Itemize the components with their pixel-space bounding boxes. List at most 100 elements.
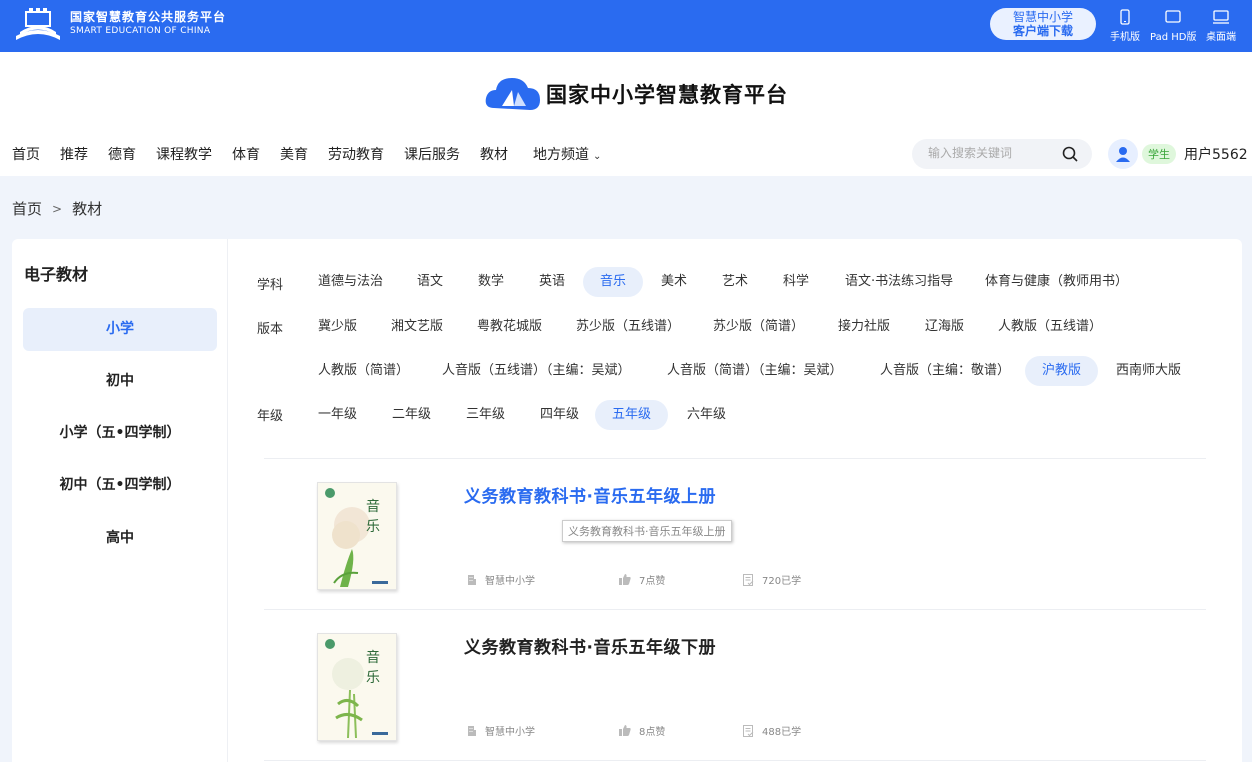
chip-subject-pe-teacher[interactable]: 体育与健康（教师用书） bbox=[968, 267, 1145, 297]
chip-edition-renjiao-numbered[interactable]: 人教版（简谱） bbox=[301, 356, 426, 386]
user-menu[interactable]: 学生 用户5562 bbox=[1108, 139, 1248, 169]
device-mobile-label: 手机版 bbox=[1110, 32, 1140, 43]
device-desktop-link[interactable]: 桌面端 bbox=[1206, 8, 1236, 43]
device-tablet-label: Pad HD版 bbox=[1150, 32, 1197, 43]
nav-labor[interactable]: 劳动教育 bbox=[328, 144, 384, 164]
chip-grade-2[interactable]: 二年级 bbox=[375, 400, 448, 430]
chip-subject-fine-arts[interactable]: 美术 bbox=[644, 267, 704, 297]
chip-edition-renyin-numbered-wubin[interactable]: 人音版（简谱）（主编：吴斌） bbox=[650, 356, 860, 386]
chip-edition-renyin-staff-wubin[interactable]: 人音版（五线谱）（主编：吴斌） bbox=[425, 356, 648, 386]
chip-subject-calligraphy[interactable]: 语文·书法练习指导 bbox=[828, 267, 970, 297]
chip-subject-science[interactable]: 科学 bbox=[766, 267, 826, 297]
search-input[interactable] bbox=[928, 146, 1058, 160]
book-title[interactable]: 义务教育教科书·音乐五年级下册 bbox=[464, 633, 716, 658]
chip-subject-english[interactable]: 英语 bbox=[522, 267, 582, 297]
device-desktop-label: 桌面端 bbox=[1206, 32, 1236, 43]
chip-grade-3[interactable]: 三年级 bbox=[449, 400, 522, 430]
breadcrumb-current: 教材 bbox=[72, 200, 103, 218]
book-item[interactable]: 音 乐 义务教育教科书·音乐五年级下册 智慧中小学 8点赞 488已学 bbox=[264, 611, 1206, 761]
cover-title-char-1: 音 bbox=[366, 649, 380, 666]
chip-edition-hujiao[interactable]: 沪教版 bbox=[1025, 356, 1099, 386]
brand-name-cn: 国家智慧教育公共服务平台 bbox=[70, 10, 227, 24]
subject-label: 学科 bbox=[257, 278, 284, 293]
list-divider bbox=[264, 760, 1206, 761]
chip-subject-math[interactable]: 数学 bbox=[461, 267, 521, 297]
nav-arts[interactable]: 美育 bbox=[280, 144, 308, 164]
chip-subject-art[interactable]: 艺术 bbox=[705, 267, 765, 297]
textbook-panel: 电子教材 小学 初中 小学（五•四学制） 初中（五•四学制） 高中 学科 道德与… bbox=[12, 239, 1242, 762]
cloud-book-logo-icon bbox=[485, 78, 540, 110]
chip-grade-4[interactable]: 四年级 bbox=[523, 400, 596, 430]
desktop-icon bbox=[1213, 10, 1229, 24]
book-learned: 720已学 bbox=[743, 572, 801, 587]
download-line2: 客户端下载 bbox=[1012, 24, 1073, 38]
chip-grade-5[interactable]: 五年级 bbox=[595, 400, 669, 430]
title-tooltip: 义务教育教科书·音乐五年级上册 bbox=[562, 520, 732, 542]
thumbs-up-icon bbox=[619, 725, 631, 736]
platform-logo-icon bbox=[16, 8, 60, 40]
chip-edition-jishao[interactable]: 冀少版 bbox=[301, 312, 374, 342]
search-icon[interactable] bbox=[1062, 146, 1078, 162]
book-cover-image: 音 乐 bbox=[318, 634, 396, 740]
cover-title-char-2: 乐 bbox=[366, 670, 380, 686]
chip-edition-yuejiao[interactable]: 粤教花城版 bbox=[460, 312, 559, 342]
book-publisher: 智慧中小学 bbox=[467, 572, 535, 587]
breadcrumb-home[interactable]: 首页 bbox=[12, 198, 42, 219]
sidebar-item-primary-54[interactable]: 小学（五•四学制） bbox=[23, 412, 217, 455]
chip-grade-1[interactable]: 一年级 bbox=[301, 400, 374, 430]
chip-subject-morality[interactable]: 道德与法治 bbox=[301, 267, 400, 297]
book-publisher-text: 智慧中小学 bbox=[485, 727, 535, 738]
nav-local-channel[interactable]: 地方频道 ⌄ bbox=[533, 144, 601, 164]
study-record-icon bbox=[743, 724, 754, 737]
chip-edition-jieli[interactable]: 接力社版 bbox=[821, 312, 907, 342]
chip-edition-renjiao-staff[interactable]: 人教版（五线谱） bbox=[981, 312, 1119, 342]
chip-edition-xinan[interactable]: 西南师大版 bbox=[1099, 356, 1198, 386]
nav-recommend[interactable]: 推荐 bbox=[60, 144, 88, 164]
book-cover[interactable]: 音 乐 bbox=[317, 482, 397, 590]
chip-edition-liaohai[interactable]: 辽海版 bbox=[908, 312, 981, 342]
search-box bbox=[912, 139, 1092, 169]
platform-brand[interactable]: 国家智慧教育公共服务平台 SMART EDUCATION OF CHINA bbox=[12, 6, 226, 42]
device-tablet-link[interactable]: Pad HD版 bbox=[1150, 8, 1196, 43]
study-record-icon bbox=[743, 573, 754, 586]
sidebar-item-junior[interactable]: 初中 bbox=[23, 360, 217, 403]
nav-moral[interactable]: 德育 bbox=[108, 144, 136, 164]
device-mobile-link[interactable]: 手机版 bbox=[1110, 8, 1140, 43]
sidebar-item-primary[interactable]: 小学 bbox=[23, 308, 217, 351]
book-item[interactable]: 音 乐 义务教育教科书·音乐五年级上册 义务教育教科书·音乐五年级上册 智慧中小… bbox=[264, 460, 1206, 610]
sidebar: 电子教材 小学 初中 小学（五•四学制） 初中（五•四学制） 高中 bbox=[12, 239, 228, 762]
site-logo[interactable]: 国家中小学智慧教育平台 bbox=[484, 72, 788, 116]
nav-home[interactable]: 首页 bbox=[12, 144, 40, 164]
nav-courses[interactable]: 课程教学 bbox=[156, 144, 212, 164]
book-likes: 7点赞 bbox=[619, 572, 665, 587]
book-cover[interactable]: 音 乐 bbox=[317, 633, 397, 741]
book-learned-text: 488已学 bbox=[762, 727, 802, 738]
chip-edition-xiangwenyi[interactable]: 湘文艺版 bbox=[374, 312, 460, 342]
nav-sports[interactable]: 体育 bbox=[232, 144, 260, 164]
chip-edition-sushao-numbered[interactable]: 苏少版（简谱） bbox=[696, 312, 821, 342]
chip-subject-music[interactable]: 音乐 bbox=[583, 267, 644, 297]
book-learned-text: 720已学 bbox=[762, 576, 802, 587]
book-likes-text: 8点赞 bbox=[639, 727, 666, 738]
book-publisher-text: 智慧中小学 bbox=[485, 576, 535, 587]
avatar[interactable] bbox=[1108, 139, 1138, 169]
building-icon bbox=[468, 574, 476, 585]
role-badge: 学生 bbox=[1142, 144, 1176, 164]
chip-subject-chinese[interactable]: 语文 bbox=[400, 267, 460, 297]
book-title[interactable]: 义务教育教科书·音乐五年级上册 bbox=[464, 482, 716, 507]
username[interactable]: 用户5562 bbox=[1184, 144, 1248, 164]
main-nav: 首页 推荐 德育 课程教学 体育 美育 劳动教育 课后服务 教材 地方频道 ⌄ bbox=[12, 144, 621, 164]
sidebar-item-senior[interactable]: 高中 bbox=[23, 517, 217, 560]
chip-grade-6[interactable]: 六年级 bbox=[670, 400, 743, 430]
grade-label: 年级 bbox=[257, 409, 284, 424]
chip-edition-renyin-jingpu[interactable]: 人音版（主编：敬谱） bbox=[863, 356, 1027, 386]
sidebar-item-junior-54[interactable]: 初中（五•四学制） bbox=[23, 464, 217, 507]
sidebar-title: 电子教材 bbox=[24, 265, 89, 284]
nav-after-school[interactable]: 课后服务 bbox=[404, 144, 460, 164]
chip-edition-sushao-staff[interactable]: 苏少版（五线谱） bbox=[559, 312, 697, 342]
book-learned: 488已学 bbox=[743, 723, 801, 738]
building-icon bbox=[468, 725, 476, 736]
cover-title-char-1: 音 bbox=[366, 498, 380, 515]
client-download-button[interactable]: 智慧中小学 客户端下载 bbox=[990, 8, 1096, 40]
nav-textbooks[interactable]: 教材 bbox=[480, 144, 508, 164]
